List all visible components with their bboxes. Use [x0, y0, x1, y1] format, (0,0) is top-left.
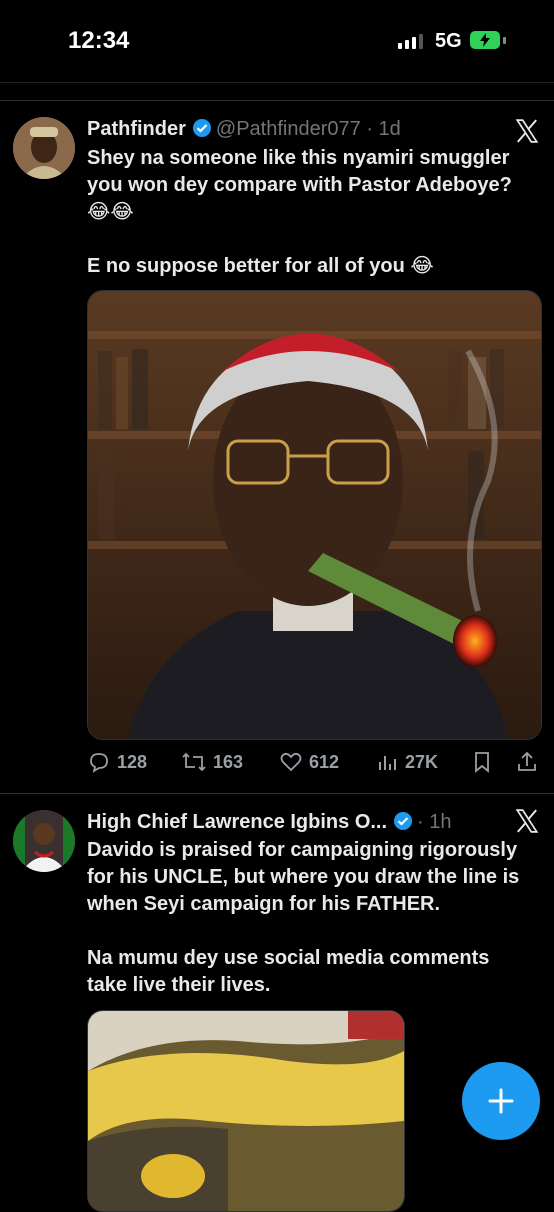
tweet-text: Shey na someone like this nyamiri smuggl… [87, 145, 547, 280]
tweet-text-line: Na mumu dey use social media comments [87, 947, 490, 969]
avatar[interactable] [13, 117, 75, 179]
views-button[interactable]: 27K [377, 750, 438, 774]
views-icon [379, 756, 396, 770]
x-logo-icon[interactable] [514, 118, 540, 144]
tweet-text: Davido is praised for campaigning rigoro… [87, 837, 547, 999]
like-button[interactable]: 612 [279, 750, 339, 774]
author-name[interactable]: Pathfinder [87, 118, 186, 140]
x-logo-icon[interactable] [514, 808, 540, 834]
reply-count: 128 [117, 751, 148, 772]
tweet-text-line: take live their lives. [87, 974, 271, 996]
tweet-image[interactable] [87, 290, 542, 740]
repost-icon [182, 752, 206, 772]
share-button[interactable] [515, 750, 539, 774]
plus-icon [488, 1088, 514, 1114]
verified-badge-icon [192, 118, 212, 144]
heart-icon [280, 752, 302, 772]
bookmark-button[interactable] [471, 750, 493, 774]
avatar[interactable] [13, 810, 75, 872]
status-bar: 12:34 5G [0, 0, 554, 83]
tweet-text-line: Davido is praised for campaigning rigoro… [87, 839, 518, 861]
compose-button[interactable] [462, 1062, 540, 1140]
battery-tip [503, 37, 506, 44]
reply-icon [90, 753, 108, 773]
emoji-line: 😂😂 [87, 201, 134, 223]
tweet-image[interactable] [87, 1010, 405, 1212]
tweet-time: · 1d [366, 118, 401, 140]
signal-icon [398, 34, 423, 49]
tweet-time: · 1h [417, 811, 452, 833]
feed-top-divider [0, 100, 554, 101]
tweet-text-line: Shey na someone like this nyamiri smuggl… [87, 147, 510, 169]
status-time: 12:34 [68, 27, 130, 54]
verified-badge-icon [393, 811, 413, 837]
tweet-text-line: when Seyi campaign for his FATHER. [87, 893, 441, 915]
like-count: 612 [309, 751, 340, 772]
tweet-divider [0, 793, 554, 794]
repost-button[interactable]: 163 [181, 750, 243, 774]
tweet-actions: 128 163 612 27K [87, 750, 542, 778]
views-count: 27K [405, 751, 439, 772]
author-handle[interactable]: @Pathfinder077 [216, 118, 361, 140]
tweet-text-line: for his UNCLE, but where you draw the li… [87, 866, 520, 888]
battery-icon [470, 31, 500, 49]
bookmark-icon [475, 752, 489, 773]
network-label: 5G [435, 30, 462, 52]
repost-count: 163 [213, 751, 244, 772]
share-icon [518, 751, 536, 771]
reply-button[interactable]: 128 [87, 750, 147, 774]
tweet-text-line: E no suppose better for all of you 😂 [87, 255, 434, 277]
author-name[interactable]: High Chief Lawrence Igbins O... [87, 811, 387, 833]
tweet-text-line: you won dey compare with Pastor Adeboye? [87, 174, 512, 196]
